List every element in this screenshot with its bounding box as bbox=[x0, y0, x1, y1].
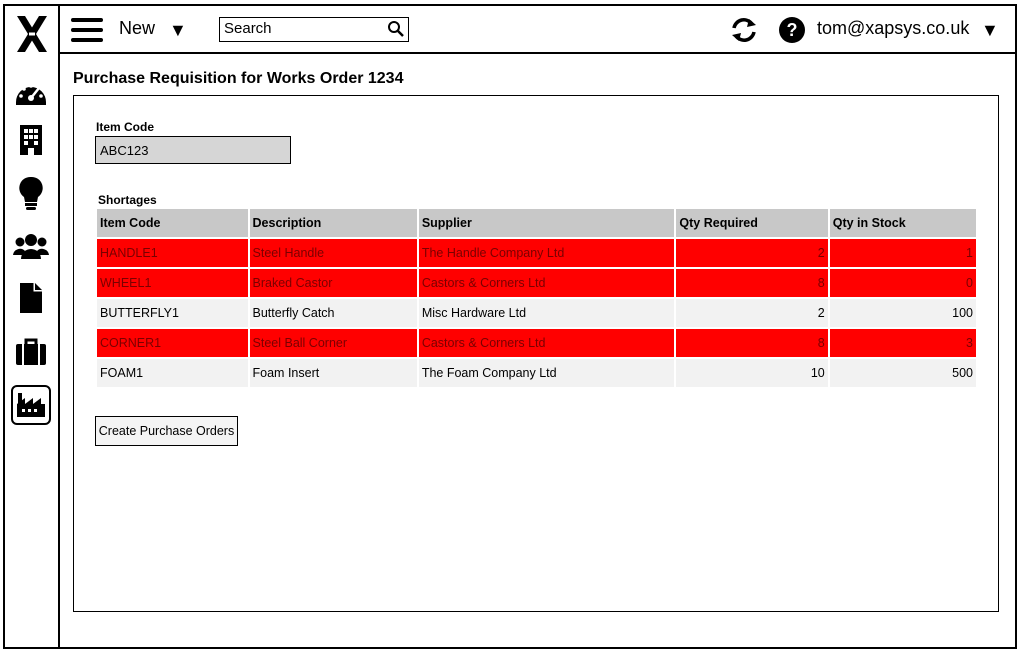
lightbulb-icon bbox=[19, 176, 43, 210]
factory-icon bbox=[17, 393, 45, 417]
table-row[interactable]: WHEEL1 Braked Castor Castors & Corners L… bbox=[97, 269, 976, 297]
sidebar-item-dashboard[interactable] bbox=[13, 74, 49, 110]
table-row[interactable]: BUTTERFLY1 Butterfly Catch Misc Hardware… bbox=[97, 299, 976, 327]
cell-description: Braked Castor bbox=[249, 269, 417, 297]
cell-qty-in-stock: 500 bbox=[829, 359, 976, 387]
table-row[interactable]: HANDLE1 Steel Handle The Handle Company … bbox=[97, 239, 976, 267]
building-icon bbox=[20, 125, 42, 155]
cell-qty-required: 8 bbox=[676, 269, 828, 297]
sidebar-item-projects[interactable] bbox=[13, 334, 49, 370]
cell-description: Butterfly Catch bbox=[249, 299, 417, 327]
cell-item-code: WHEEL1 bbox=[97, 269, 248, 297]
sync-icon[interactable] bbox=[729, 16, 759, 44]
table-row[interactable]: FOAM1 Foam Insert The Foam Company Ltd 1… bbox=[97, 359, 976, 387]
cell-description: Foam Insert bbox=[249, 359, 417, 387]
user-dropdown-caret-icon[interactable]: ▼ bbox=[981, 20, 999, 41]
page-title: Purchase Requisition for Works Order 123… bbox=[73, 70, 404, 87]
document-icon bbox=[20, 283, 42, 313]
user-email[interactable]: tom@xapsys.co.uk bbox=[817, 18, 969, 39]
dashboard-icon bbox=[16, 84, 46, 105]
sidebar-item-works-orders[interactable] bbox=[11, 385, 51, 425]
cell-item-code: CORNER1 bbox=[97, 329, 248, 357]
briefcase-icon bbox=[16, 338, 46, 365]
shortages-label: Shortages bbox=[98, 193, 157, 207]
column-header-item-code[interactable]: Item Code bbox=[97, 209, 248, 237]
cell-qty-required: 2 bbox=[676, 239, 828, 267]
column-header-qty-required[interactable]: Qty Required bbox=[676, 209, 828, 237]
sidebar-item-buildings[interactable] bbox=[13, 122, 49, 158]
table-row[interactable]: CORNER1 Steel Ball Corner Castors & Corn… bbox=[97, 329, 976, 357]
cell-item-code: FOAM1 bbox=[97, 359, 248, 387]
sidebar-item-documents[interactable] bbox=[13, 280, 49, 316]
users-icon bbox=[13, 234, 49, 259]
cell-supplier: Castors & Corners Ltd bbox=[418, 269, 675, 297]
cell-qty-required: 10 bbox=[676, 359, 828, 387]
create-purchase-orders-button[interactable]: Create Purchase Orders bbox=[95, 416, 238, 446]
cell-qty-required: 2 bbox=[676, 299, 828, 327]
cell-qty-required: 8 bbox=[676, 329, 828, 357]
cell-description: Steel Ball Corner bbox=[249, 329, 417, 357]
new-dropdown-caret-icon[interactable]: ▼ bbox=[169, 20, 187, 41]
search-input[interactable]: Search bbox=[219, 17, 409, 42]
new-button[interactable]: New bbox=[119, 18, 155, 39]
cell-description: Steel Handle bbox=[249, 239, 417, 267]
menu-icon[interactable] bbox=[71, 18, 103, 42]
shortages-table: Item Code Description Supplier Qty Requi… bbox=[95, 207, 978, 389]
cell-qty-in-stock: 0 bbox=[829, 269, 976, 297]
item-code-label: Item Code bbox=[96, 120, 155, 134]
cell-supplier: Castors & Corners Ltd bbox=[418, 329, 675, 357]
search-icon[interactable] bbox=[387, 20, 405, 38]
column-header-qty-in-stock[interactable]: Qty in Stock bbox=[829, 209, 976, 237]
help-icon[interactable]: ? bbox=[779, 17, 805, 43]
cell-supplier: The Handle Company Ltd bbox=[418, 239, 675, 267]
cell-item-code: BUTTERFLY1 bbox=[97, 299, 248, 327]
search-placeholder: Search bbox=[224, 20, 272, 37]
app-logo[interactable] bbox=[15, 14, 49, 54]
column-header-supplier[interactable]: Supplier bbox=[418, 209, 675, 237]
cell-qty-in-stock: 3 bbox=[829, 329, 976, 357]
cell-qty-in-stock: 1 bbox=[829, 239, 976, 267]
sidebar-item-users[interactable] bbox=[13, 228, 49, 264]
table-header-row: Item Code Description Supplier Qty Requi… bbox=[97, 209, 976, 237]
cell-supplier: Misc Hardware Ltd bbox=[418, 299, 675, 327]
cell-supplier: The Foam Company Ltd bbox=[418, 359, 675, 387]
sidebar-item-ideas[interactable] bbox=[13, 176, 49, 212]
cell-item-code: HANDLE1 bbox=[97, 239, 248, 267]
top-bar: New ▼ Search ? tom@xapsys.co.uk ▼ bbox=[59, 4, 1017, 54]
cell-qty-in-stock: 100 bbox=[829, 299, 976, 327]
sidebar bbox=[3, 4, 60, 649]
item-code-field[interactable]: ABC123 bbox=[95, 136, 291, 164]
column-header-description[interactable]: Description bbox=[249, 209, 417, 237]
